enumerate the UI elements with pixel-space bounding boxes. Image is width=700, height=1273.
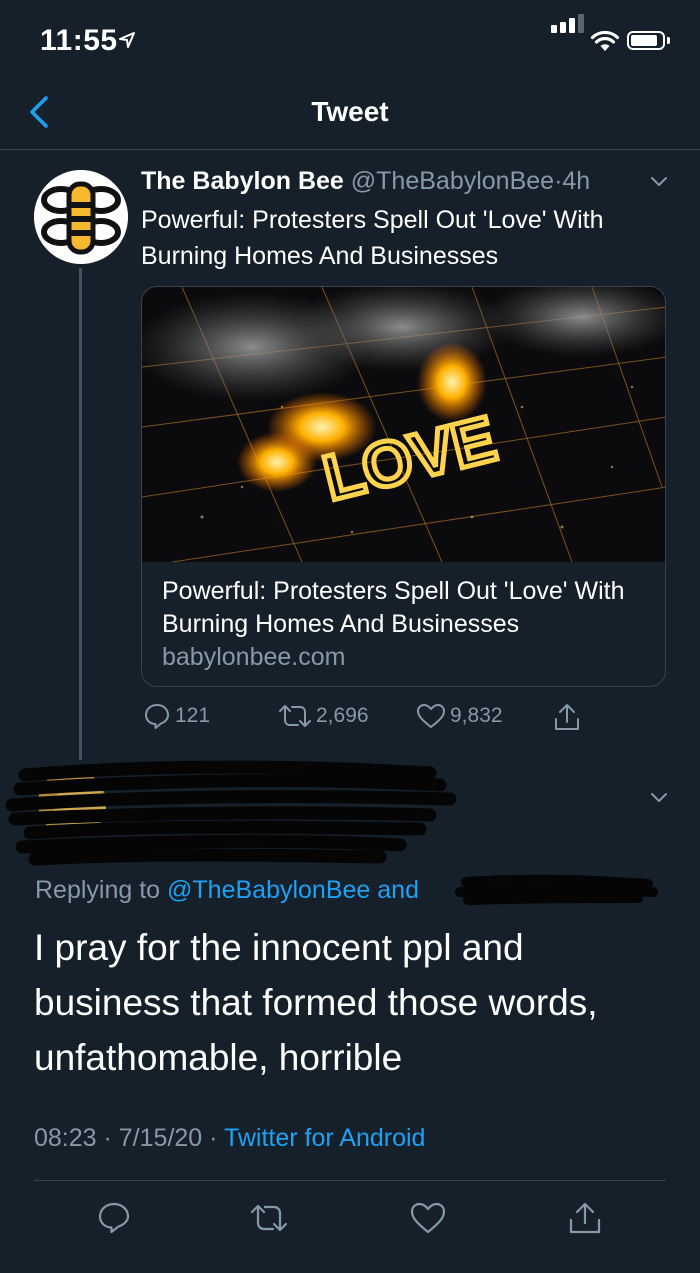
reply-button-icon[interactable] (96, 1200, 132, 1236)
wifi-icon (590, 30, 620, 51)
page-title: Tweet (311, 96, 389, 127)
reply-text: I pray for the innocent ppl and business… (34, 927, 598, 1078)
meta-sep-2: · (202, 1124, 224, 1152)
battery-tip (667, 37, 670, 44)
meta-sep-1: · (96, 1124, 119, 1152)
babylon-bee-logo (34, 170, 128, 264)
like-action[interactable]: 9,832 (416, 702, 503, 730)
reply-icon (145, 704, 169, 729)
like-button-icon[interactable] (409, 1200, 447, 1236)
author-handle[interactable]: @TheBabylonBee (351, 167, 554, 195)
divider (34, 1180, 666, 1181)
retweet-count: 2,696 (316, 704, 369, 727)
reply-date: 7/15/20 (118, 1124, 203, 1152)
redacted-mention (455, 874, 658, 905)
replying-to: Replying to @TheBabylonBee and (35, 876, 419, 905)
tweet-time: 4h (562, 167, 591, 195)
reply-time: 08:23 (34, 1124, 97, 1152)
card-title: Powerful: Protesters Spell Out 'Love' Wi… (162, 577, 625, 638)
avatar[interactable] (34, 170, 128, 264)
status-bar: 11:55 (0, 0, 700, 80)
share-action[interactable] (553, 702, 585, 732)
tweet-text: Powerful: Protesters Spell Out 'Love' Wi… (141, 206, 604, 270)
replying-and: and (370, 876, 419, 904)
share-icon (555, 704, 579, 730)
card-domain: babylonbee.com (162, 643, 346, 671)
battery-level (631, 35, 657, 46)
location-arrow-icon (119, 32, 135, 48)
reply-count: 121 (175, 704, 211, 727)
redacted-user-info (5, 760, 457, 866)
replying-handle-link[interactable]: @TheBabylonBee (167, 876, 370, 904)
tweet-header: The Babylon Bee @TheBabylonBee·4h (141, 167, 590, 196)
nav-bar: Tweet (0, 80, 700, 150)
reply-meta: 08:23 · 7/15/20 · Twitter for Android (34, 1124, 425, 1153)
battery-icon (627, 31, 665, 50)
like-icon (417, 704, 445, 728)
status-time: 11:55 (40, 24, 118, 57)
link-card[interactable]: LOVE Powerful: Protesters Spell Out 'Lov… (141, 286, 666, 687)
reply-action[interactable]: 121 (143, 702, 210, 730)
retweet-button-icon[interactable] (249, 1200, 289, 1236)
reply-chevron-down-icon[interactable] (650, 792, 668, 804)
retweet-icon (279, 705, 311, 727)
like-count: 9,832 (450, 704, 503, 727)
replying-prefix: Replying to (35, 876, 168, 904)
card-image: LOVE (142, 287, 665, 562)
thread-line (79, 268, 82, 760)
retweet-action[interactable]: 2,696 (278, 702, 369, 730)
author-name[interactable]: The Babylon Bee (141, 167, 344, 195)
chevron-down-icon[interactable] (650, 176, 668, 188)
share-button-icon[interactable] (567, 1200, 603, 1236)
reply-source-link[interactable]: Twitter for Android (224, 1124, 425, 1152)
